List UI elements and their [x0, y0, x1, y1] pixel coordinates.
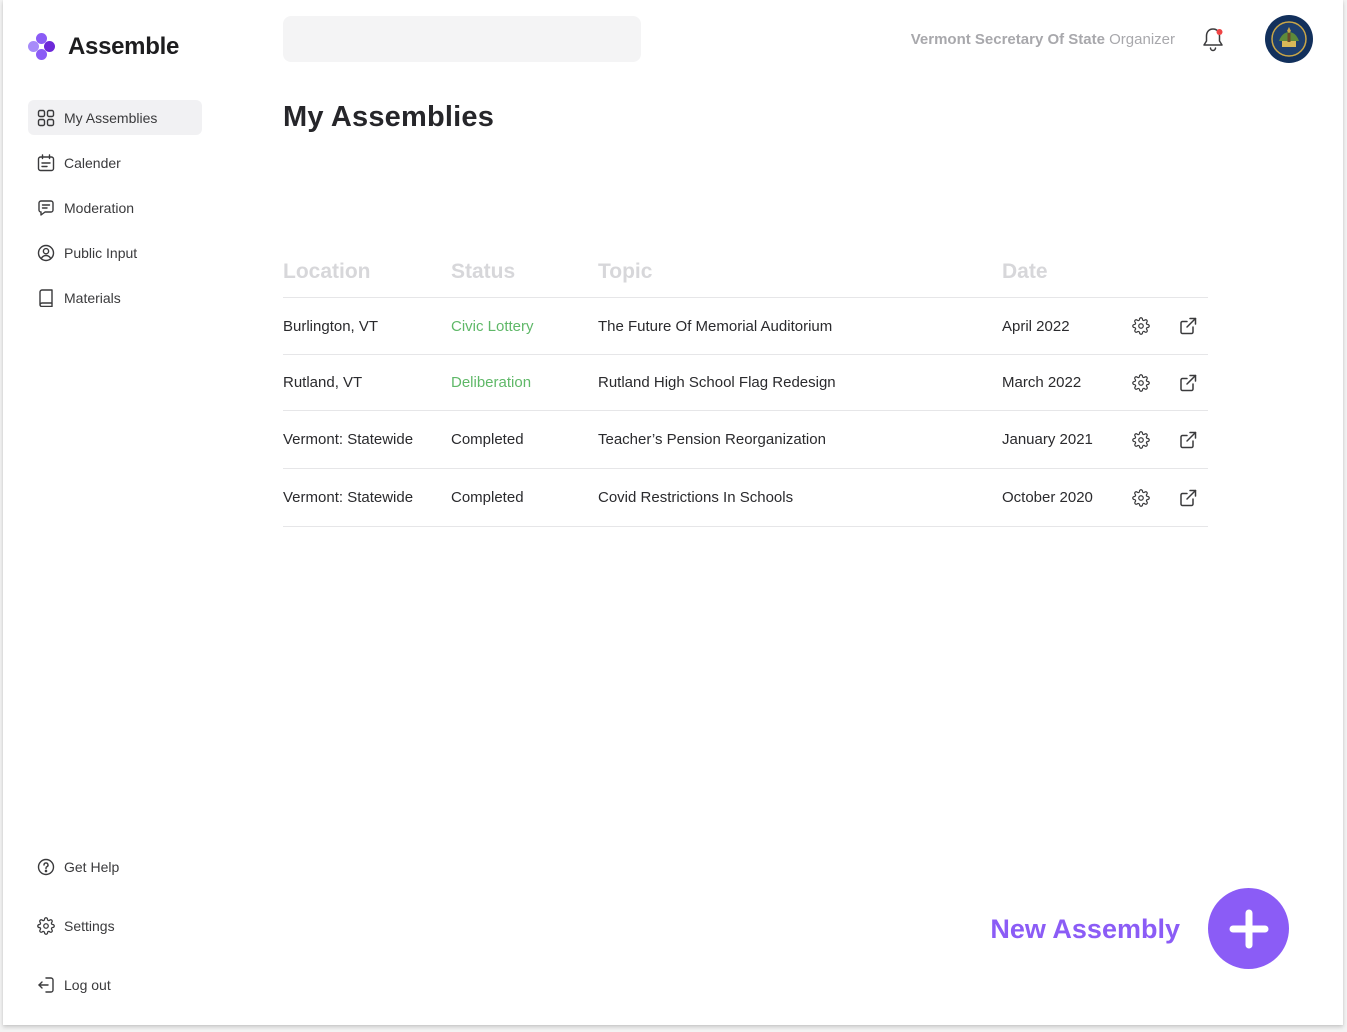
sidebar-item-get-help[interactable]: Get Help	[28, 849, 202, 884]
row-actions	[1132, 430, 1208, 449]
grid-icon	[37, 109, 55, 126]
help-icon	[37, 858, 55, 875]
sidebar-item-label: Get Help	[64, 858, 120, 875]
location-cell: Vermont: Statewide	[283, 489, 414, 506]
plus-icon	[1229, 909, 1268, 948]
new-assembly-label[interactable]: New Assembly	[990, 914, 1180, 945]
notification-bell-icon[interactable]	[1200, 25, 1226, 53]
table-header: Location Status Topic Date	[283, 260, 1208, 298]
location-cell: Rutland, VT	[283, 374, 363, 391]
sidebar-item-label: Log out	[64, 976, 111, 993]
sidebar-item-log-out[interactable]: Log out	[28, 967, 202, 1002]
status-cell: Civic Lottery	[451, 317, 534, 335]
sidebar-item-my-assemblies[interactable]: My Assemblies	[28, 100, 202, 135]
external-link-icon[interactable]	[1179, 317, 1197, 335]
sidebar-item-moderation[interactable]: Moderation	[28, 190, 202, 225]
column-header-topic[interactable]: Topic	[598, 260, 1002, 284]
gear-icon[interactable]	[1132, 488, 1150, 507]
sidebar-item-calender[interactable]: Calender	[28, 145, 202, 180]
sidebar-item-label: My Assemblies	[64, 109, 158, 126]
date-cell: October 2020	[1002, 489, 1093, 506]
location-cell: Burlington, VT	[283, 317, 379, 335]
topic-cell: Covid Restrictions In Schools	[598, 489, 794, 506]
date-cell: January 2021	[1002, 431, 1093, 448]
row-actions	[1132, 488, 1208, 507]
status-cell: Completed	[451, 489, 524, 506]
external-link-icon[interactable]	[1179, 374, 1197, 392]
chat-icon	[38, 199, 54, 216]
vermont-seal-icon	[1271, 21, 1307, 57]
page-title: My Assemblies	[283, 101, 495, 133]
gear-icon[interactable]	[1132, 317, 1150, 335]
status-cell: Completed	[451, 431, 524, 448]
table-row[interactable]: Burlington, VT Civic Lottery The Future …	[283, 298, 1208, 355]
book-icon	[39, 288, 53, 307]
column-header-date[interactable]: Date	[1002, 260, 1132, 284]
brand[interactable]: Assemble	[28, 33, 179, 61]
topic-cell: Teacher’s Pension Reorganization	[598, 431, 826, 448]
external-link-icon[interactable]	[1179, 431, 1197, 449]
calendar-icon	[37, 153, 55, 171]
sidebar-item-label: Calender	[64, 154, 121, 171]
sidebar-item-label: Materials	[64, 289, 121, 306]
assemble-logo-icon	[28, 33, 56, 61]
topic-cell: The Future Of Memorial Auditorium	[598, 317, 833, 335]
status-cell: Deliberation	[451, 374, 532, 391]
app-window: Assemble My Assemblies Calender Moderati…	[3, 0, 1343, 1025]
gear-icon[interactable]	[1132, 373, 1150, 392]
search-input[interactable]	[283, 16, 641, 62]
location-cell: Vermont: Statewide	[283, 431, 414, 448]
user-role: Organizer	[1109, 31, 1175, 48]
topic-cell: Rutland High School Flag Redesign	[598, 374, 836, 391]
sidebar-item-label: Public Input	[64, 244, 138, 261]
sidebar-item-log-out-wrap: Log out	[28, 967, 202, 1002]
external-link-icon[interactable]	[1179, 489, 1197, 507]
column-header-status[interactable]: Status	[451, 260, 598, 284]
table-row[interactable]: Vermont: Statewide Completed Teacher’s P…	[283, 411, 1208, 469]
new-assembly-button[interactable]	[1208, 888, 1289, 969]
date-cell: April 2022	[1002, 317, 1070, 335]
row-actions	[1132, 317, 1208, 335]
sidebar-item-materials[interactable]: Materials	[28, 280, 202, 315]
row-actions	[1132, 373, 1208, 392]
gear-icon	[37, 916, 55, 935]
logout-icon	[38, 976, 54, 993]
sidebar-item-get-help-wrap: Get Help	[28, 849, 202, 884]
avatar[interactable]	[1265, 15, 1313, 63]
organization-label: Vermont Secretary Of State Organizer	[911, 31, 1175, 48]
organization-name: Vermont Secretary Of State	[910, 31, 1105, 48]
sidebar-nav: My Assemblies Calender Moderation Public…	[28, 100, 202, 325]
person-circle-icon	[37, 244, 55, 261]
brand-name: Assemble	[68, 33, 179, 60]
table-row[interactable]: Rutland, VT Deliberation Rutland High Sc…	[283, 355, 1208, 411]
sidebar-item-label: Settings	[64, 917, 115, 934]
gear-icon[interactable]	[1132, 430, 1150, 449]
sidebar-item-settings-wrap: Settings	[28, 908, 202, 943]
table-row[interactable]: Vermont: Statewide Completed Covid Restr…	[283, 469, 1208, 527]
sidebar-item-label: Moderation	[64, 199, 135, 216]
sidebar-item-settings[interactable]: Settings	[28, 908, 202, 943]
column-header-location[interactable]: Location	[283, 260, 451, 284]
sidebar-item-public-input[interactable]: Public Input	[28, 235, 202, 270]
assemblies-table: Location Status Topic Date Burlington, V…	[283, 260, 1208, 527]
date-cell: March 2022	[1002, 374, 1082, 391]
